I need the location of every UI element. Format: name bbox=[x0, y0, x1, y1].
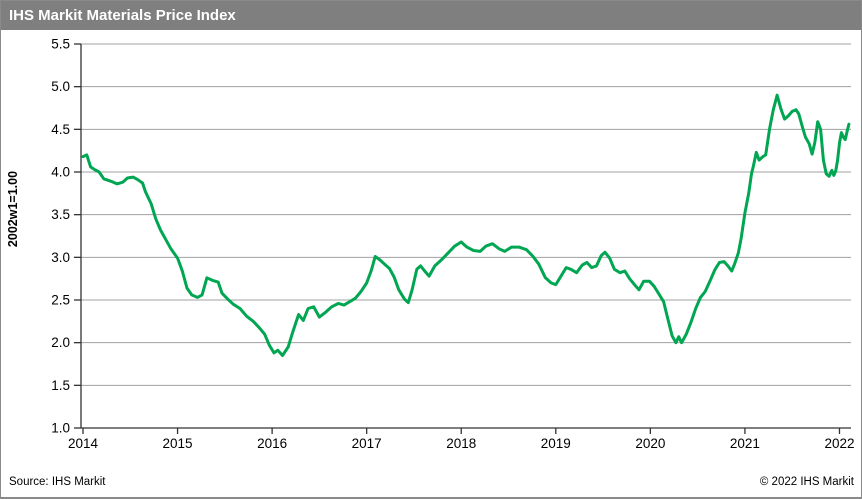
materials-price-index-chart: 5.5 5.0 4.5 4.0 3.5 3.0 2.5 2.0 1.5 1.02014 2015 20… bbox=[1, 1, 862, 499]
y-tick-label: 3.0 bbox=[51, 250, 70, 265]
y-tick-label: 5.5 bbox=[51, 37, 70, 52]
chart-title: IHS Markit Materials Price Index bbox=[9, 7, 236, 24]
x-tick-label: 2014 bbox=[68, 436, 99, 451]
x-tick-label: 2019 bbox=[541, 436, 571, 451]
y-tick-label: 2.0 bbox=[51, 335, 70, 350]
copyright-note: © 2022 IHS Markit bbox=[760, 476, 855, 488]
x-tick-label: 2017 bbox=[352, 436, 382, 451]
x-tick-label: 2022 bbox=[824, 436, 854, 451]
x-tick-label: 2020 bbox=[635, 436, 665, 451]
y-tick-label: 5.0 bbox=[51, 79, 70, 94]
x-tick-label: 2015 bbox=[163, 436, 193, 451]
chart-title-bar: IHS Markit Materials Price Index bbox=[1, 1, 861, 30]
y-tick-label: 4.0 bbox=[51, 165, 70, 180]
y-tick-label: 1.5 bbox=[51, 378, 70, 393]
x-tick-label: 2018 bbox=[446, 436, 476, 451]
chart-frame: 5.5 5.0 4.5 4.0 3.5 3.0 2.5 2.0 1.5 1.02014 2015 20… bbox=[0, 0, 862, 499]
x-tick-label: 2016 bbox=[257, 436, 287, 451]
y-tick-label: 4.5 bbox=[51, 122, 70, 137]
y-axis-title: 2002w1=1.00 bbox=[6, 171, 20, 247]
source-note: Source: IHS Markit bbox=[9, 476, 106, 488]
y-tick-label: 3.5 bbox=[51, 207, 70, 222]
y-tick-label: 1.0 bbox=[51, 421, 70, 436]
x-tick-label: 2021 bbox=[730, 436, 760, 451]
y-tick-label: 2.5 bbox=[51, 293, 70, 308]
price-index-line bbox=[83, 95, 849, 355]
